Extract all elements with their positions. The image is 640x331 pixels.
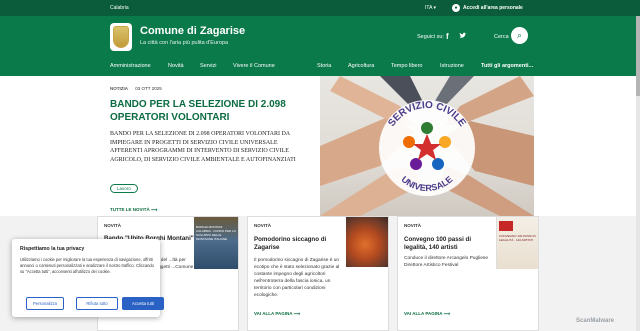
social-label: Seguici su: bbox=[417, 34, 444, 40]
nav-item-amministrazione[interactable]: Amministrazione bbox=[110, 63, 151, 69]
language-selector[interactable]: ITA ▾ bbox=[425, 5, 436, 11]
nav-item-tempo-libero[interactable]: Tempo libero bbox=[391, 63, 423, 69]
all-news-label: TUTTE LE NOVITÀ bbox=[110, 207, 150, 212]
card-more-label: VAI ALLA PAGINA bbox=[254, 311, 293, 316]
card-more-link[interactable]: VAI ALLA PAGINA ⟶ bbox=[254, 311, 300, 317]
main-navigation: Amministrazione Novità Servizi Vivere il… bbox=[0, 58, 640, 76]
nav-item-all-topics[interactable]: Tutti gli argomenti... bbox=[481, 63, 533, 69]
scrollbar-thumb[interactable] bbox=[636, 16, 640, 96]
hero-headline[interactable]: BANDO PER LA SELEZIONE DI 2.098 OPERATOR… bbox=[110, 98, 310, 124]
accept-all-button[interactable]: Accetta tutti bbox=[122, 297, 164, 310]
card-more-label: VAI ALLA PAGINA bbox=[404, 311, 443, 316]
card-thumbnail: BORGHI MONTANI CALABRIA · FONDO PER LO S… bbox=[194, 217, 238, 269]
card-label: NOVITÀ bbox=[404, 223, 422, 228]
twitter-icon[interactable] bbox=[459, 32, 467, 42]
hero-category: NOTIZIA bbox=[110, 86, 128, 91]
page: Calabria ITA ▾ ● Accedi all'area persona… bbox=[0, 0, 640, 331]
personalize-button[interactable]: Personalizza bbox=[26, 297, 64, 310]
arrow-right-icon: ⟶ bbox=[151, 207, 158, 212]
all-news-link[interactable]: TUTTE LE NOVITÀ ⟶ bbox=[110, 207, 157, 213]
facebook-icon[interactable]: f bbox=[446, 32, 449, 41]
servizio-civile-image: SERVIZIO CIVILE UNIVERSALE bbox=[320, 76, 534, 216]
watermark: ScanMalware bbox=[576, 318, 615, 324]
hero-image: SERVIZIO CIVILE UNIVERSALE bbox=[320, 76, 534, 216]
news-card-3[interactable]: NOVITÀ Convegno 100 passi di legalità, 1… bbox=[397, 216, 539, 331]
card-title[interactable]: Convegno 100 passi di legalità, 140 arti… bbox=[404, 236, 492, 252]
news-card-2[interactable]: NOVITÀ Pomodorino siccagno di Zagarise I… bbox=[247, 216, 389, 331]
card-body: Il pomodorino siccagno di Zagarise è un … bbox=[254, 258, 340, 298]
reserved-area-label: Accedi all'area personale bbox=[463, 5, 523, 11]
hero-section: NOTIZIA 03 OTT 2025 BANDO PER LA SELEZIO… bbox=[0, 76, 640, 216]
search-label: Cerca bbox=[494, 34, 509, 40]
nav-item-agricoltura[interactable]: Agricoltura bbox=[348, 63, 374, 69]
poster-graphic bbox=[499, 221, 513, 231]
hero-meta: NOTIZIA 03 OTT 2025 bbox=[110, 86, 162, 91]
card-title[interactable]: Pomodorino siccagno di Zagarise bbox=[254, 236, 342, 252]
nav-item-novita[interactable]: Novità bbox=[168, 63, 184, 69]
nav-item-servizi[interactable]: Servizi bbox=[200, 63, 217, 69]
cookie-title: Rispettiamo la tua privacy bbox=[20, 246, 85, 252]
card-label: NOVITÀ bbox=[254, 223, 272, 228]
card-body: Conduce il direttore Arcangelo Pugliese … bbox=[404, 256, 488, 268]
card-thumbnail: CONVEGNO 100 PASSI DI LEGALITÀ · 140 ART… bbox=[496, 217, 538, 269]
arrow-right-icon: ⟶ bbox=[442, 311, 451, 316]
hero-abstract: BANDO PER LA SELEZIONE DI 2.098 OPERATOR… bbox=[110, 131, 296, 163]
thumb-text: CONVEGNO 100 PASSI DI LEGALITÀ · 140 ART… bbox=[499, 234, 536, 242]
user-icon: ● bbox=[452, 4, 460, 12]
card-thumbnail bbox=[346, 217, 388, 267]
site-header: Comune di Zagarise La città con l'aria p… bbox=[0, 16, 640, 58]
site-title[interactable]: Comune di Zagarise bbox=[140, 25, 245, 37]
crest-icon bbox=[113, 26, 129, 48]
card-label: NOVITÀ bbox=[104, 223, 122, 228]
reject-all-button[interactable]: Rifiuta tutto bbox=[76, 297, 118, 310]
region-link[interactable]: Calabria bbox=[110, 5, 129, 11]
hero-tag[interactable]: Lavoro bbox=[110, 184, 138, 193]
nav-item-storia[interactable]: Storia bbox=[317, 63, 331, 69]
cookie-text: Utilizziamo i cookie per migliorare la t… bbox=[20, 257, 154, 274]
site-tagline: La città con l'aria più pulita d'Europa bbox=[140, 40, 229, 46]
cookie-banner: Rispettiamo la tua privacy Utilizziamo i… bbox=[12, 239, 164, 317]
card-more-link[interactable]: VAI ALLA PAGINA ⟶ bbox=[404, 311, 450, 317]
hero-date: 03 OTT 2025 bbox=[135, 86, 162, 91]
thumb-text: BORGHI MONTANI CALABRIA · FONDO PER LO S… bbox=[196, 225, 237, 241]
slim-header: Calabria ITA ▾ ● Accedi all'area persona… bbox=[0, 0, 640, 16]
search-icon[interactable]: ⌕ bbox=[511, 27, 528, 44]
nav-item-vivere-comune[interactable]: Vivere il Comune bbox=[233, 63, 275, 69]
reserved-area-link[interactable]: ● Accedi all'area personale bbox=[452, 3, 523, 13]
nav-item-istruzione[interactable]: Istruzione bbox=[440, 63, 464, 69]
municipality-logo[interactable] bbox=[110, 23, 132, 51]
arrow-right-icon: ⟶ bbox=[292, 311, 301, 316]
